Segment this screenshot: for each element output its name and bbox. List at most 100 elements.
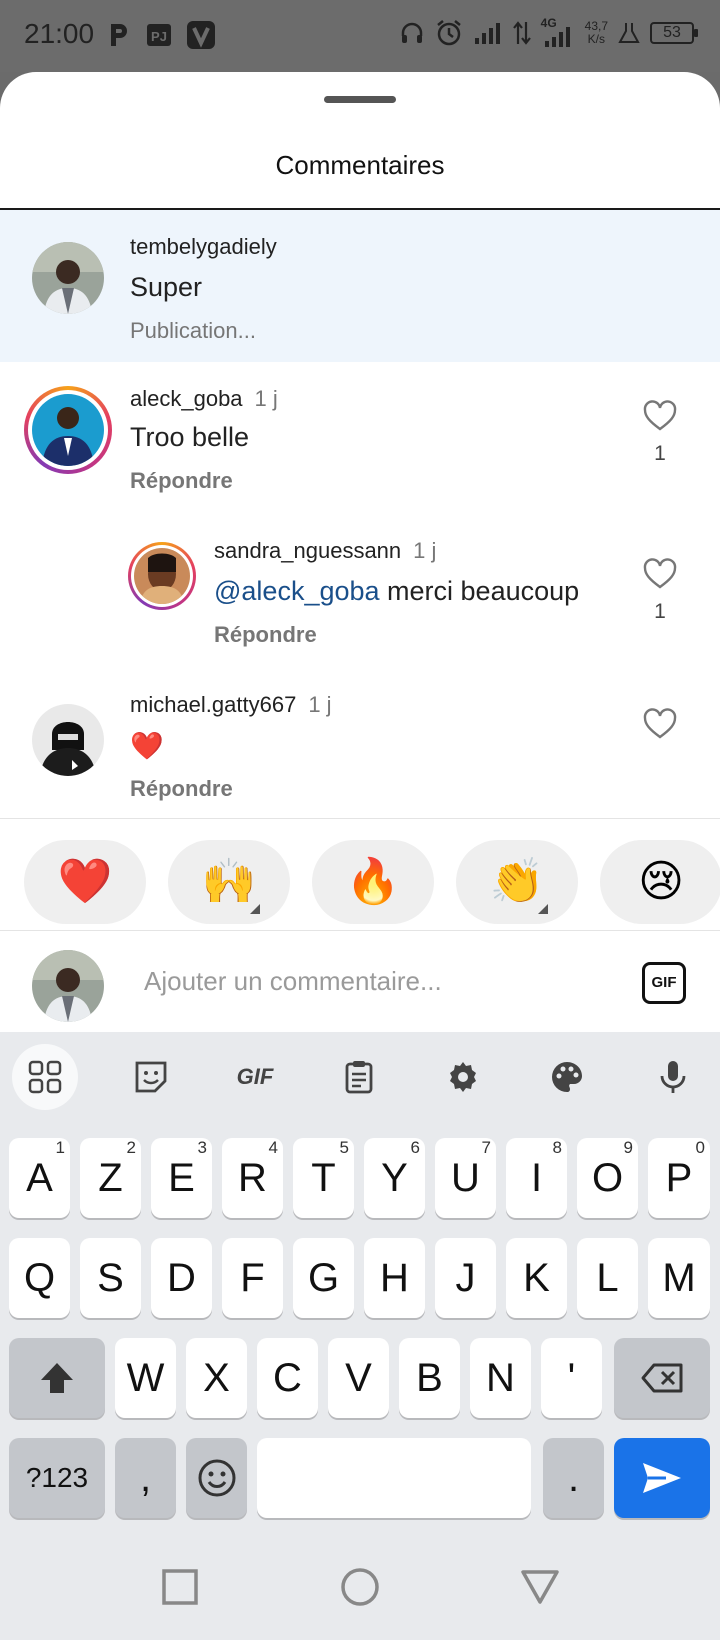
key-c[interactable]: C — [257, 1338, 318, 1418]
comment-time: 1 j — [308, 692, 332, 717]
key-q[interactable]: Q — [9, 1238, 70, 1318]
backspace-key[interactable] — [614, 1338, 710, 1418]
key-u[interactable]: U7 — [435, 1138, 496, 1218]
key-a[interactable]: A1 — [9, 1138, 70, 1218]
key-w[interactable]: W — [115, 1338, 176, 1418]
grid-icon — [28, 1060, 62, 1094]
key-s[interactable]: S — [80, 1238, 141, 1318]
key-b[interactable]: B — [399, 1338, 460, 1418]
palette-icon — [552, 1062, 582, 1092]
publication-label: Publication... — [130, 318, 256, 343]
sticker-button[interactable] — [118, 1044, 184, 1110]
sticker-icon — [135, 1061, 167, 1093]
like-count: 1 — [654, 600, 666, 623]
gif-button[interactable]: GIF — [642, 962, 686, 1004]
alarm-icon — [436, 20, 461, 46]
gif-keyboard-button[interactable]: GIF — [222, 1044, 288, 1110]
quick-reactions: ❤️ 🙌 🔥 👏 😢 — [0, 828, 720, 924]
flask-icon — [618, 23, 640, 43]
caption-comment: tembelygadiely Super Publication... — [0, 210, 720, 362]
home-icon[interactable] — [335, 1562, 385, 1612]
settings-button[interactable] — [430, 1044, 496, 1110]
key-p[interactable]: P0 — [648, 1138, 710, 1218]
comment-item: aleck_goba 1 j Troo belle Répondre 1 — [0, 362, 720, 522]
heart-outline-icon — [643, 558, 677, 589]
key-v[interactable]: V — [328, 1338, 389, 1418]
key-f[interactable]: F — [222, 1238, 283, 1318]
voice-input-button[interactable] — [640, 1044, 706, 1110]
comment-list[interactable]: tembelygadiely Super Publication... alec… — [0, 210, 720, 818]
comma-key[interactable]: , — [115, 1438, 176, 1518]
send-key[interactable] — [614, 1438, 710, 1518]
comment-time: 1 j — [413, 538, 437, 563]
key-apostrophe[interactable]: ' — [541, 1338, 602, 1418]
reply-button[interactable]: Répondre — [130, 776, 233, 802]
comment-input[interactable]: Ajouter un commentaire... — [144, 966, 442, 997]
variant-indicator — [250, 904, 260, 914]
drag-handle[interactable] — [324, 96, 396, 103]
space-key[interactable] — [257, 1438, 531, 1518]
clipboard-button[interactable] — [326, 1044, 392, 1110]
avatar[interactable] — [32, 242, 104, 314]
key-m[interactable]: M — [648, 1238, 710, 1318]
comment-username: aleck_goba 1 j — [130, 386, 278, 412]
like-button[interactable] — [640, 708, 680, 740]
key-i[interactable]: I8 — [506, 1138, 567, 1218]
username[interactable]: michael.gatty667 — [130, 692, 296, 717]
emoji-key[interactable] — [186, 1438, 247, 1518]
avatar[interactable] — [32, 704, 104, 776]
shift-key[interactable] — [9, 1338, 105, 1418]
username[interactable]: sandra_nguessann — [214, 538, 401, 563]
key-h[interactable]: H — [364, 1238, 425, 1318]
key-g[interactable]: G — [293, 1238, 354, 1318]
key-z[interactable]: Z2 — [80, 1138, 141, 1218]
comment-item: michael.gatty667 1 j ❤️ Répondre — [0, 672, 720, 818]
divider — [0, 930, 720, 931]
key-d[interactable]: D — [151, 1238, 212, 1318]
comment-username[interactable]: tembelygadiely — [130, 234, 277, 260]
avatar[interactable] — [134, 548, 190, 604]
reaction-fire-button[interactable]: 🔥 — [312, 840, 434, 924]
like-button[interactable]: 1 — [640, 558, 680, 624]
theme-button[interactable] — [534, 1044, 600, 1110]
recents-icon[interactable] — [155, 1562, 205, 1612]
key-l[interactable]: L — [577, 1238, 638, 1318]
reaction-heart-button[interactable]: ❤️ — [24, 840, 146, 924]
key-o[interactable]: O9 — [577, 1138, 638, 1218]
comment-composer: Ajouter un commentaire... GIF — [0, 932, 720, 1032]
gear-icon — [450, 1062, 476, 1092]
apps-grid-button[interactable] — [12, 1044, 78, 1110]
key-n[interactable]: N — [470, 1338, 531, 1418]
backspace-icon — [641, 1363, 683, 1393]
key-j[interactable]: J — [435, 1238, 496, 1318]
reply-button[interactable]: Répondre — [214, 622, 317, 648]
reaction-raised-hands-button[interactable]: 🙌 — [168, 840, 290, 924]
mention-link[interactable]: @aleck_goba — [214, 576, 380, 606]
parking-app-icon — [111, 24, 127, 46]
avatar[interactable] — [32, 394, 104, 466]
headset-icon — [401, 22, 422, 43]
period-key[interactable]: . — [543, 1438, 604, 1518]
reaction-clap-button[interactable]: 👏 — [456, 840, 578, 924]
symbols-key[interactable]: ?123 — [9, 1438, 105, 1518]
data-arrows-icon — [512, 21, 531, 45]
divider — [0, 818, 720, 819]
comment-text: Super — [130, 272, 203, 302]
key-x[interactable]: X — [186, 1338, 247, 1418]
back-icon[interactable] — [515, 1562, 565, 1612]
key-y[interactable]: Y6 — [364, 1138, 425, 1218]
status-bar: 21:00 PJ 4G 43,7 K/s 53 — [0, 0, 720, 72]
username[interactable]: aleck_goba — [130, 386, 243, 411]
microphone-icon — [660, 1061, 686, 1093]
key-k[interactable]: K — [506, 1238, 567, 1318]
key-r[interactable]: R4 — [222, 1138, 283, 1218]
key-t[interactable]: T5 — [293, 1138, 354, 1218]
send-icon — [643, 1463, 681, 1493]
battery-indicator: 53 — [650, 22, 698, 44]
like-button[interactable]: 1 — [640, 400, 680, 466]
key-e[interactable]: E3 — [151, 1138, 212, 1218]
shift-icon — [41, 1363, 73, 1393]
reply-button[interactable]: Répondre — [130, 468, 233, 494]
reaction-crying-button[interactable]: 😢 — [600, 840, 720, 924]
net-speed: 43,7 K/s — [584, 19, 608, 46]
